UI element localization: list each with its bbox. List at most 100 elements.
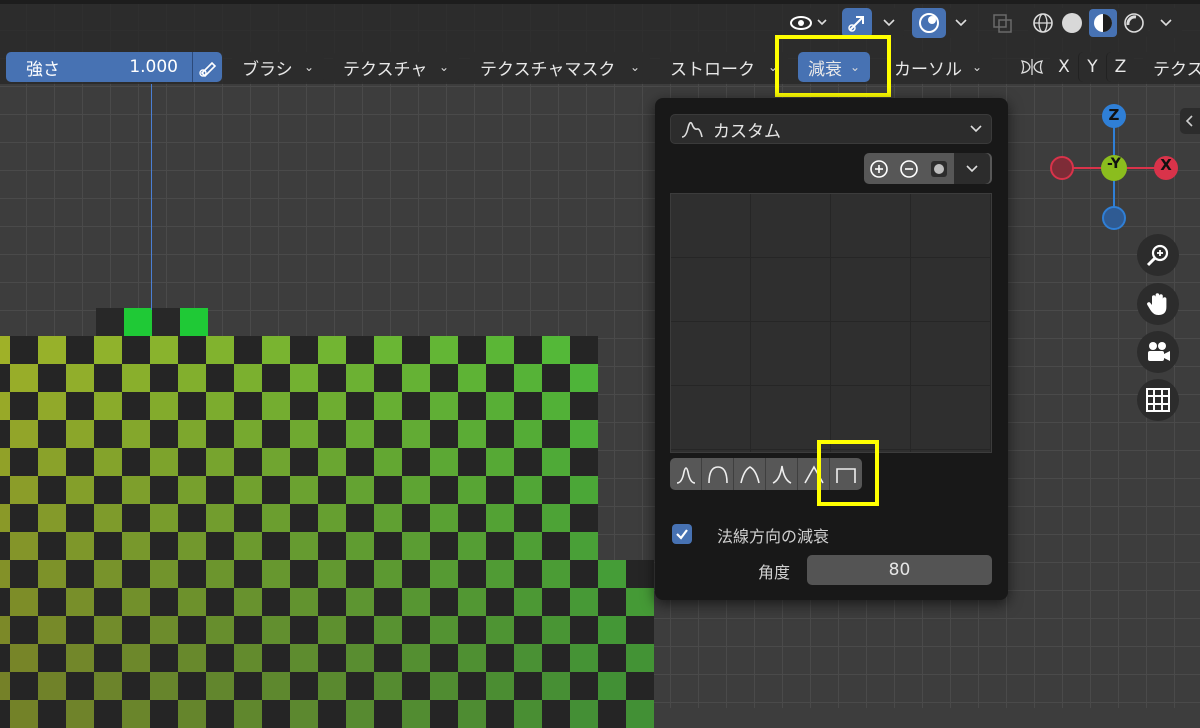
checker-cell [66, 364, 94, 392]
overlay-dropdown[interactable] [946, 8, 976, 38]
checker-cell [374, 504, 402, 532]
checker-cell [234, 448, 262, 476]
checker-cell [430, 560, 458, 588]
checker-cell [206, 588, 234, 616]
chevron-down-icon [970, 125, 982, 133]
checker-cell [66, 700, 94, 728]
checker-cell [430, 532, 458, 560]
checker-cell [290, 448, 318, 476]
texture-menu[interactable]: テクスチャ ⌄ [333, 52, 459, 82]
checker-cell [0, 700, 10, 728]
stroke-menu[interactable]: ストローク ⌄ [660, 52, 788, 82]
checker-cell [290, 700, 318, 728]
falloff-curve-editor[interactable] [670, 193, 992, 453]
curve-zoom-out-button[interactable] [894, 153, 924, 184]
chevron-down-icon [1160, 19, 1172, 27]
wireframe-shading-icon[interactable] [1031, 11, 1055, 35]
brush-menu[interactable]: ブラシ ⌄ [232, 52, 324, 82]
shading-dropdown[interactable] [1150, 8, 1182, 38]
checker-cell [570, 700, 598, 728]
curve-handle-type-button[interactable] [924, 153, 954, 184]
gizmo-z-label: Z [1108, 106, 1120, 124]
checker-cell [10, 672, 38, 700]
pan-button[interactable] [1137, 283, 1179, 325]
checker-cell [570, 504, 598, 532]
checker-cell [10, 700, 38, 728]
checker-cell [458, 476, 486, 504]
checker-cell [66, 532, 94, 560]
checker-cell [486, 504, 514, 532]
angle-value: 80 [888, 560, 911, 580]
checker-cell [458, 448, 486, 476]
gizmo-toggle-button[interactable] [842, 8, 872, 38]
checker-cell [430, 588, 458, 616]
mirror-z-label: Z [1114, 57, 1127, 77]
gizmo-dropdown[interactable] [874, 8, 904, 38]
checker-cell [94, 644, 122, 672]
checker-cell [290, 504, 318, 532]
strength-slider[interactable]: 強さ 1.000 [6, 52, 192, 82]
rendered-shading-icon[interactable] [1122, 11, 1146, 35]
checker-cell [122, 336, 150, 364]
checker-cell [318, 420, 346, 448]
mirror-y-toggle[interactable]: Y [1078, 52, 1106, 82]
pressure-toggle-button[interactable] [192, 52, 222, 82]
checker-cell [38, 448, 66, 476]
checker-cell [152, 308, 180, 336]
checker-cell [234, 336, 262, 364]
mirror-x-toggle[interactable]: X [1050, 52, 1078, 82]
checker-cell [318, 672, 346, 700]
preset-sharp[interactable] [766, 458, 798, 490]
symmetry-icon-button[interactable] [1016, 52, 1048, 82]
angle-field[interactable]: 80 [807, 555, 992, 585]
checker-cell [542, 700, 570, 728]
ortho-toggle-button[interactable] [1137, 379, 1179, 421]
checker-cell [598, 700, 626, 728]
curve-zoom-in-button[interactable] [864, 153, 894, 184]
checker-cell [346, 336, 374, 364]
checker-cell [430, 364, 458, 392]
texture-mask-menu[interactable]: テクスチャマスク ⌄ [470, 52, 650, 82]
normal-falloff-checkbox[interactable] [672, 524, 692, 544]
checker-cell [402, 420, 430, 448]
camera-view-button[interactable] [1137, 331, 1179, 373]
overlay-icon [919, 13, 939, 33]
falloff-type-dropdown[interactable]: カスタム [670, 114, 992, 144]
checker-cell [290, 672, 318, 700]
cursor-menu[interactable]: カーソル ⌄ [888, 52, 992, 82]
checker-cell [10, 448, 38, 476]
texture-menu-overflow[interactable]: テクス [1143, 52, 1200, 82]
checker-cell [262, 420, 290, 448]
checker-cell [486, 420, 514, 448]
preset-root[interactable] [734, 458, 766, 490]
checker-cell [318, 504, 346, 532]
zoom-button[interactable] [1137, 234, 1179, 276]
checker-cell [402, 364, 430, 392]
checker-cell [94, 420, 122, 448]
checker-cell [178, 364, 206, 392]
checker-cell [94, 616, 122, 644]
checker-cell [150, 700, 178, 728]
checker-cell [514, 560, 542, 588]
checker-cell [402, 560, 430, 588]
checker-cell [66, 504, 94, 532]
solid-shading-icon[interactable] [1060, 11, 1084, 35]
material-preview-shading-icon[interactable] [1088, 9, 1117, 37]
overlay-toggle-button[interactable] [912, 8, 946, 38]
preset-sphere[interactable] [702, 458, 734, 490]
checker-cell [178, 644, 206, 672]
checker-cell [122, 532, 150, 560]
chevron-left-icon [1185, 115, 1193, 127]
checker-cell [206, 336, 234, 364]
checker-cell [10, 532, 38, 560]
checker-cell [38, 532, 66, 560]
mirror-z-toggle[interactable]: Z [1106, 52, 1134, 82]
curve-options-dropdown[interactable] [954, 153, 990, 184]
checker-cell [570, 364, 598, 392]
visibility-dropdown[interactable] [784, 8, 832, 38]
xray-toggle-button[interactable] [986, 8, 1018, 38]
chevron-down-icon: ⌄ [438, 60, 449, 74]
checker-cell [206, 504, 234, 532]
checker-cell [178, 700, 206, 728]
preset-smooth[interactable] [670, 458, 702, 490]
